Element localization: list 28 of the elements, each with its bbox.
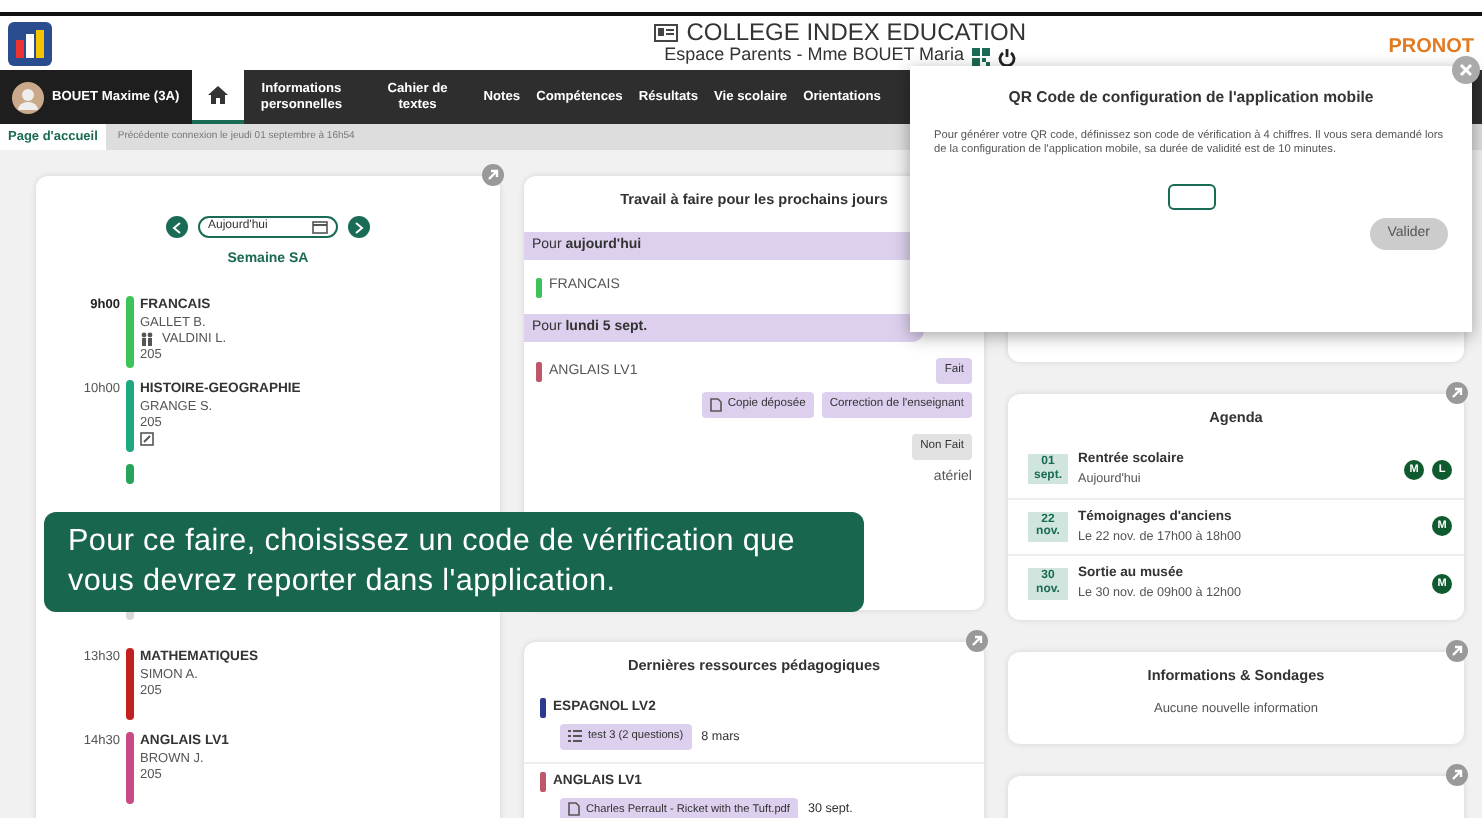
chevron-left-icon bbox=[172, 221, 182, 233]
list-icon bbox=[568, 730, 582, 743]
account-subtitle: Espace Parents - Mme BOUET Maria bbox=[664, 46, 965, 67]
document-icon bbox=[568, 802, 580, 817]
expand-icon[interactable] bbox=[482, 164, 504, 186]
avatar-icon bbox=[12, 81, 44, 113]
home-tab[interactable] bbox=[191, 70, 244, 124]
people-icon bbox=[140, 332, 154, 347]
edit-icon bbox=[140, 431, 154, 446]
expand-icon[interactable] bbox=[1446, 763, 1468, 785]
calendar-icon bbox=[312, 220, 328, 234]
page-title: COLLEGE INDEX EDUCATION bbox=[686, 19, 1027, 47]
expand-icon[interactable] bbox=[1446, 382, 1468, 404]
document-icon bbox=[709, 397, 722, 412]
brand-logo: PRONOT bbox=[1388, 34, 1474, 62]
expand-icon[interactable] bbox=[966, 630, 988, 652]
close-icon[interactable] bbox=[1452, 56, 1480, 84]
power-icon[interactable] bbox=[998, 47, 1017, 66]
previous-day-button[interactable] bbox=[166, 216, 188, 238]
caption-overlay: Pour ce faire, choisissez un code de vérification que vous devrez reporter dans l'application. bbox=[44, 512, 864, 612]
school-logo-icon bbox=[8, 21, 52, 65]
code-field[interactable] bbox=[1167, 183, 1215, 210]
expand-icon[interactable] bbox=[1446, 639, 1468, 662]
id-card-icon bbox=[654, 24, 679, 43]
chevron-right-icon bbox=[354, 221, 364, 233]
qr-code-icon[interactable] bbox=[972, 47, 991, 66]
home-icon bbox=[207, 86, 228, 104]
next-day-button[interactable] bbox=[348, 216, 370, 238]
